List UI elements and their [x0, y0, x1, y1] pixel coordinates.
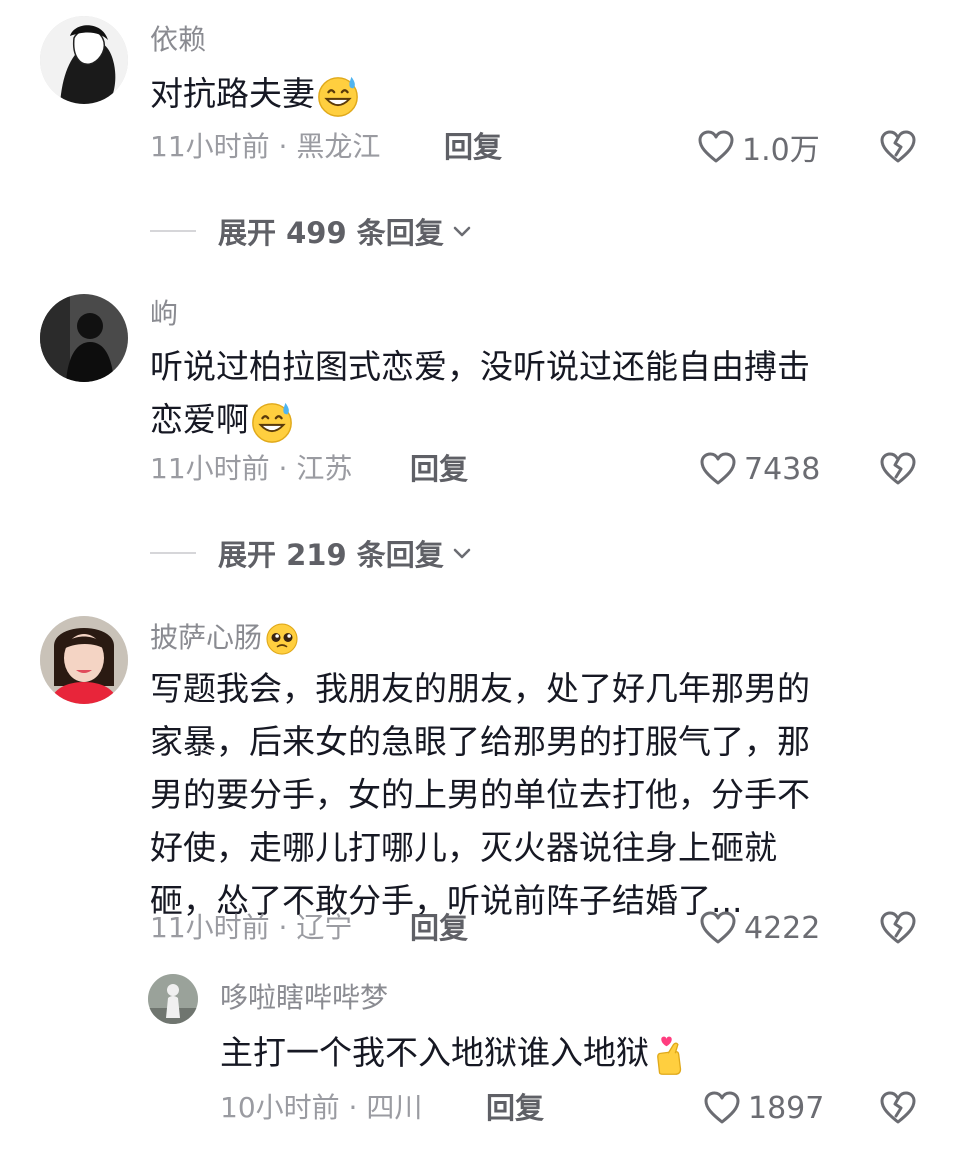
like-count: 1.0万: [742, 133, 820, 168]
broken-heart-icon: [878, 908, 918, 948]
dislike-button[interactable]: [878, 1088, 918, 1128]
reply-button[interactable]: 回复: [444, 129, 502, 165]
broken-heart-icon: [878, 1088, 918, 1128]
time-location: 10小时前 · 四川: [220, 1091, 423, 1124]
chevron-down-icon: [450, 541, 474, 565]
heart-outline-icon: [702, 1088, 742, 1128]
comment-text-content: 主打一个我不入地狱谁入地狱: [220, 1033, 649, 1072]
reply-button[interactable]: 回复: [486, 1090, 544, 1126]
sweat-smile-emoji: [315, 73, 361, 119]
comment-item: 披萨心肠 写题我会，我朋友的朋友，处了好几年那男的 家暴，后来女的急眼了给那男的…: [0, 600, 960, 960]
sweat-smile-emoji: [249, 399, 295, 445]
broken-heart-icon: [878, 127, 918, 167]
reply-button[interactable]: 回复: [410, 910, 468, 946]
divider: [150, 230, 196, 232]
dislike-button[interactable]: [878, 449, 918, 489]
time-location: 11小时前 · 江苏: [150, 452, 353, 485]
like-count: 1897: [748, 1090, 825, 1126]
expand-replies-label: 展开 219 条回复: [218, 538, 444, 572]
time-location: 11小时前 · 黑龙江: [150, 130, 381, 163]
username[interactable]: 依赖: [150, 22, 206, 58]
expand-replies-label: 展开 499 条回复: [218, 216, 444, 250]
comment-text: 听说过柏拉图式恋爱，没听说过还能自由搏击 恋爱啊: [150, 340, 910, 446]
comment-item: 依赖 对抗路夫妻 11小时前 · 黑龙江 回复 1.0万 展开 499 条回复: [0, 0, 960, 260]
username[interactable]: 披萨心肠: [150, 620, 300, 657]
like-count: 4222: [744, 910, 821, 946]
chevron-down-icon: [450, 219, 474, 243]
comment-item: 岣 听说过柏拉图式恋爱，没听说过还能自由搏击 恋爱啊 11小时前 · 江苏 回复…: [0, 280, 960, 580]
comment-text-line: 男的要分手，女的上男的单位去打他，分手不: [150, 775, 810, 814]
comment-text-line: 写题我会，我朋友的朋友，处了好几年那男的: [150, 669, 810, 708]
comment-text-line: 恋爱啊: [150, 400, 249, 439]
avatar[interactable]: [148, 974, 198, 1024]
heart-outline-icon: [698, 908, 738, 948]
comment-text-line: 听说过柏拉图式恋爱，没听说过还能自由搏击: [150, 347, 810, 386]
comment-text-content: 对抗路夫妻: [150, 74, 315, 113]
comment-text-line: 家暴，后来女的急眼了给那男的打服气了，那: [150, 722, 810, 761]
like-button[interactable]: 1.0万: [696, 127, 820, 168]
like-count: 7438: [744, 451, 821, 487]
username[interactable]: 岣: [150, 296, 178, 332]
username[interactable]: 哆啦瞎哔哔梦: [220, 980, 388, 1016]
comment-text: 对抗路夫妻: [150, 67, 910, 120]
heart-outline-icon: [698, 449, 738, 489]
comment-text-line: 好使，走哪儿打哪儿，灭火器说往身上砸就: [150, 828, 777, 867]
expand-replies-button[interactable]: 展开 219 条回复: [150, 533, 474, 573]
dislike-button[interactable]: [878, 127, 918, 167]
username-text: 披萨心肠: [150, 621, 263, 654]
like-button[interactable]: 4222: [698, 908, 820, 948]
dislike-button[interactable]: [878, 908, 918, 948]
like-button[interactable]: 1897: [702, 1088, 824, 1128]
avatar[interactable]: [40, 16, 128, 104]
reply-button[interactable]: 回复: [410, 451, 468, 487]
comment-text: 主打一个我不入地狱谁入地狱: [220, 1026, 920, 1079]
reply-item: 哆啦瞎哔哔梦 主打一个我不入地狱谁入地狱 10小时前 · 四川 回复 1897: [0, 960, 960, 1151]
heart-outline-icon: [696, 127, 736, 167]
avatar[interactable]: [40, 616, 128, 704]
like-button[interactable]: 7438: [698, 449, 820, 489]
expand-replies-button[interactable]: 展开 499 条回复: [150, 211, 474, 251]
finger-heart-emoji: [649, 1032, 691, 1078]
avatar[interactable]: [40, 294, 128, 382]
divider: [150, 552, 196, 554]
time-location: 11小时前 · 辽宁: [150, 911, 353, 944]
pleading-face-emoji: [264, 621, 300, 657]
broken-heart-icon: [878, 449, 918, 489]
comment-text: 写题我会，我朋友的朋友，处了好几年那男的 家暴，后来女的急眼了给那男的打服气了，…: [150, 662, 910, 927]
